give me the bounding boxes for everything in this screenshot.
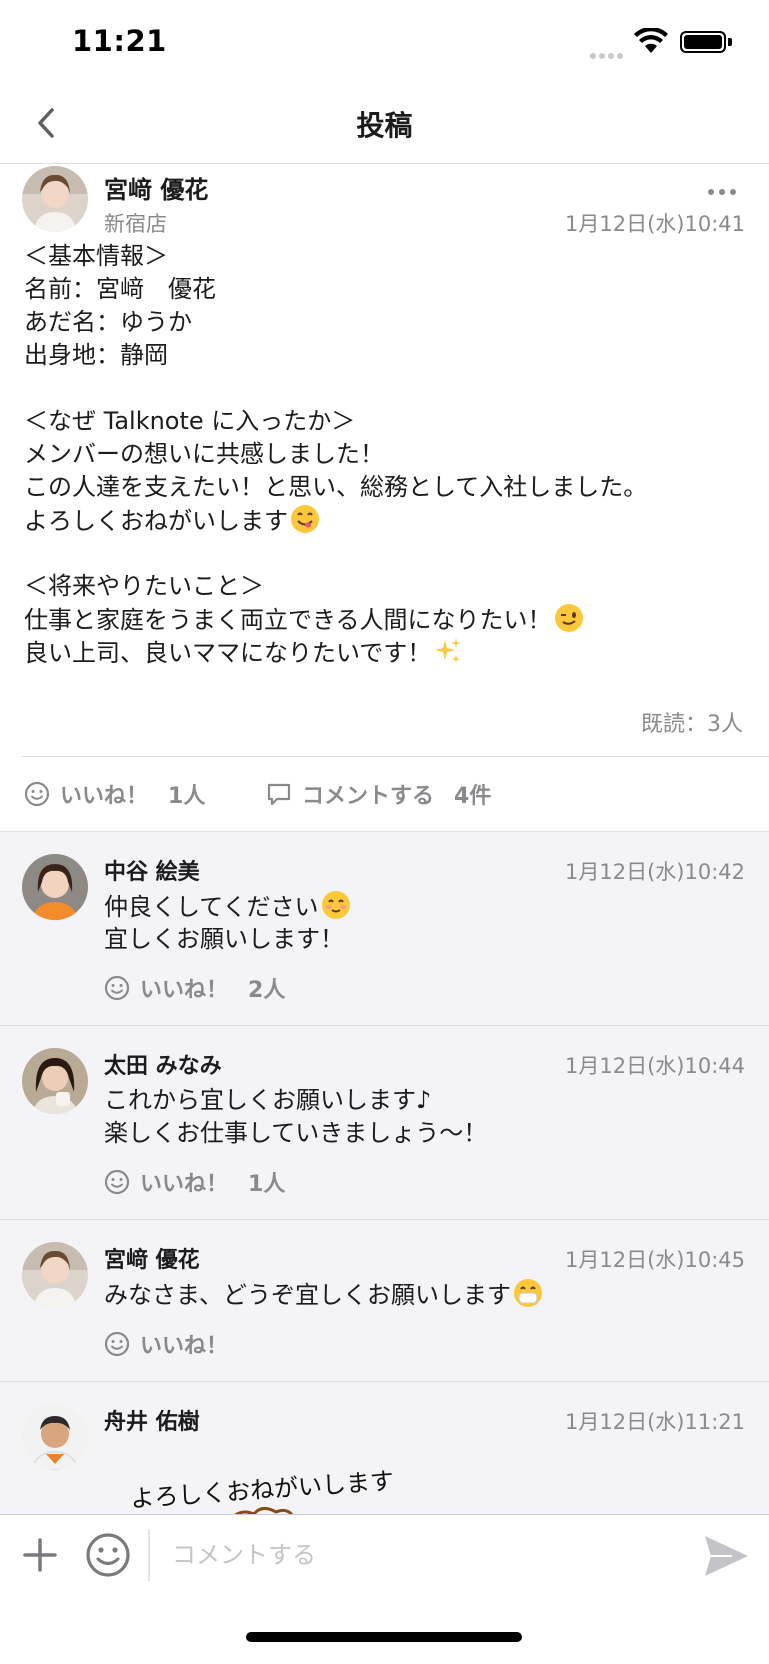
post-line: あだ名：ゆうか [24, 308, 192, 336]
smile-icon [104, 975, 130, 1001]
comment-item: 中谷 絵美 1月12日(水)10:42 仲良くしてください 宜しくお願いします！… [0, 832, 769, 1026]
comment-text: これから宜しくお願いします♪ 楽しくお仕事していきましょう〜！ [104, 1084, 487, 1150]
post-line-with-emoji: よろしくおねがいします [24, 504, 744, 537]
like-count[interactable]: 2人 [248, 972, 285, 1004]
like-label: いいね！ [140, 1334, 229, 1359]
post-line: この人達を支えたい！と思い、総務として入社しました。 [24, 473, 648, 501]
status-bar: 11:21 [0, 0, 769, 82]
post-line: 名前：宮﨑 優花 [24, 275, 216, 303]
comment-line: これから宜しくお願いします♪ [104, 1086, 432, 1114]
post-line-with-emoji: 仕事と家庭をうまく両立できる人間になりたい！ [24, 603, 744, 636]
wink-emoji-icon [554, 604, 583, 632]
like-label: いいね！ [60, 784, 149, 809]
plus-icon[interactable] [20, 1535, 60, 1575]
comment-date: 1月12日(水)10:42 [565, 860, 745, 884]
comment-date: 1月12日(水)10:44 [565, 1054, 745, 1078]
avatar[interactable] [22, 1404, 88, 1470]
post-action-bar: いいね！ 1人 コメントする 4件 [0, 758, 769, 832]
input-divider [148, 1529, 150, 1581]
post-line: 出身地：静岡 [24, 341, 168, 369]
comment-item: 太田 みなみ 1月12日(水)10:44 これから宜しくお願いします♪ 楽しくお… [0, 1026, 769, 1220]
comment-author[interactable]: 中谷 絵美 [104, 854, 200, 886]
signal-icon [590, 44, 626, 59]
comment-line-text: みなさま、どうぞ宜しくお願いします [104, 1281, 512, 1309]
avatar[interactable] [22, 854, 88, 920]
comment-text: みなさま、どうぞ宜しくお願いします [104, 1278, 543, 1311]
comment-input-bar [0, 1514, 769, 1596]
sticker[interactable]: よろしくおねがいします [130, 1467, 395, 1514]
avatar[interactable] [22, 166, 88, 232]
comment-line-text: 仲良くしてください [104, 893, 319, 921]
post-body: ＜基本情報＞ 名前：宮﨑 優花 あだ名：ゆうか 出身地：静岡 ＜なぜ Talkn… [24, 240, 744, 669]
post-line-with-emoji: 良い上司、良いママになりたいです！ [24, 636, 744, 669]
comment-count: 4件 [454, 784, 492, 809]
comment-input[interactable] [172, 1533, 672, 1577]
post-line-text: 仕事と家庭をうまく両立できる人間になりたい！ [24, 606, 552, 634]
status-time: 11:21 [72, 24, 167, 58]
battery-icon [680, 31, 726, 53]
like-label: いいね！ [140, 1172, 229, 1197]
avatar[interactable] [22, 1242, 88, 1308]
post-author[interactable]: 宮﨑 優花 [104, 170, 208, 205]
comment-date: 1月12日(水)11:21 [565, 1410, 745, 1434]
wifi-icon [634, 28, 668, 53]
comment-line-with-emoji: 仲良くしてください [104, 890, 351, 923]
comment-author[interactable]: 舟井 佑樹 [104, 1404, 200, 1436]
comment-item: 舟井 佑樹 1月12日(水)11:21 よろしくおねがいします [0, 1382, 769, 1514]
like-label: いいね！ [140, 978, 229, 1003]
comment-label: コメントする [302, 784, 435, 809]
comment-item: 宮﨑 優花 1月12日(水)10:45 みなさま、どうぞ宜しくお願いします いい… [0, 1220, 769, 1382]
divider [22, 756, 769, 757]
post-line-text: 良い上司、良いママになりたいです！ [24, 639, 432, 667]
read-status[interactable]: 既読：3人 [641, 706, 743, 738]
comment-author[interactable]: 宮﨑 優花 [104, 1242, 200, 1274]
comment-date: 1月12日(水)10:45 [565, 1248, 745, 1272]
emoji-smile-icon[interactable] [84, 1531, 132, 1579]
avatar[interactable] [22, 1048, 88, 1114]
sparkles-emoji-icon [435, 638, 462, 663]
send-icon[interactable] [702, 1533, 750, 1579]
post-line [24, 372, 744, 405]
comment-bubble-icon [267, 783, 291, 806]
post-line: ＜将来やりたいこと＞ [24, 572, 264, 600]
like-button[interactable]: いいね！ 1人 [104, 1166, 285, 1198]
post-line: ＜なぜ Talknote に入ったか＞ [24, 407, 356, 435]
smile-icon [104, 1331, 130, 1357]
like-button[interactable]: いいね！ [104, 1328, 228, 1360]
battery-cap [728, 38, 732, 46]
comment-text: 仲良くしてください 宜しくお願いします！ [104, 890, 351, 956]
comment-button[interactable]: コメントする 4件 [266, 778, 491, 810]
like-count[interactable]: 1人 [248, 1166, 285, 1198]
post-line-text: よろしくおねがいします [24, 507, 288, 535]
post-date: 1月12日(水)10:41 [565, 212, 745, 236]
like-count[interactable]: 1人 [168, 778, 205, 810]
smile-icon [104, 1169, 130, 1195]
post-line [24, 537, 744, 570]
blush-emoji-icon [321, 891, 350, 919]
like-button[interactable]: いいね！ 1人 [24, 778, 205, 810]
post-line: ＜基本情報＞ [24, 242, 168, 270]
comment-author[interactable]: 太田 みなみ [104, 1048, 222, 1080]
comment-line: 宜しくお願いします！ [104, 925, 344, 953]
post-store: 新宿店 [104, 212, 167, 236]
smile-icon [24, 781, 50, 807]
nav-bar: 投稿 [0, 82, 769, 164]
post-line: メンバーの想いに共感しました！ [24, 440, 384, 468]
page-title: 投稿 [356, 109, 413, 142]
more-icon[interactable] [708, 180, 742, 195]
home-indicator [246, 1632, 522, 1642]
like-button[interactable]: いいね！ 2人 [104, 972, 285, 1004]
comment-line-with-emoji: みなさま、どうぞ宜しくお願いします [104, 1278, 543, 1311]
comment-line: 楽しくお仕事していきましょう〜！ [104, 1119, 488, 1147]
yum-emoji-icon [291, 505, 319, 533]
comment-list: 中谷 絵美 1月12日(水)10:42 仲良くしてください 宜しくお願いします！… [0, 832, 769, 1514]
mask-emoji-icon [514, 1279, 543, 1307]
